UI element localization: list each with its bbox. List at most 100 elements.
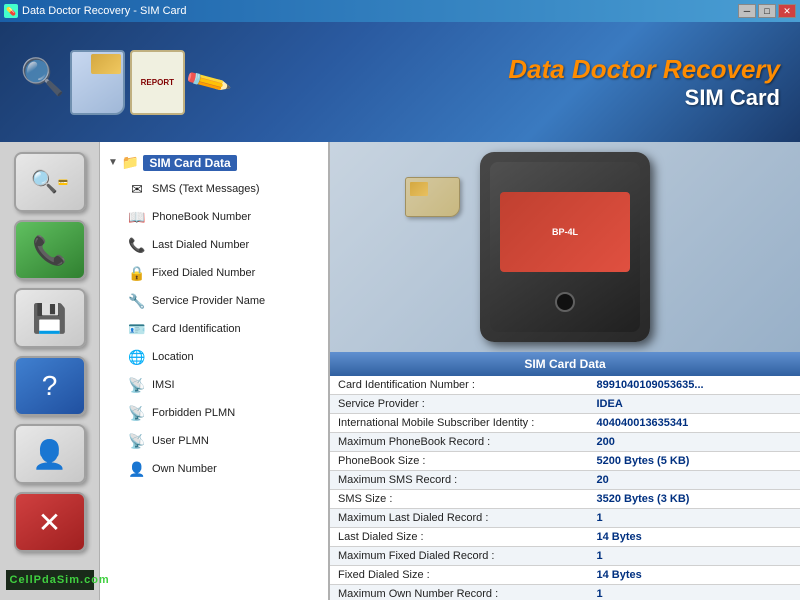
sms-icon: ✉ <box>128 180 146 198</box>
service-provider-icon: 🔧 <box>128 292 146 310</box>
report-icon: REPORT <box>130 50 185 115</box>
table-row: PhoneBook Size :5200 Bytes (5 KB) <box>330 452 800 471</box>
sim-card-display <box>405 177 460 217</box>
close-button[interactable]: ✕ <box>778 4 796 18</box>
tree-root: ▼ 📁 SIM Card Data <box>100 150 328 175</box>
table-cell-value: 5200 Bytes (5 KB) <box>589 452 800 471</box>
header-subtitle: SIM Card <box>508 85 780 111</box>
right-panel: NOKIA BP-4L SIM Card Data Card Identific… <box>330 142 800 600</box>
tree-item-fixed-dialed[interactable]: 🔒 Fixed Dialed Number <box>100 259 328 287</box>
table-cell-label: SMS Size : <box>330 490 589 509</box>
titlebar: 💊 Data Doctor Recovery - SIM Card ─ □ ✕ <box>0 0 800 22</box>
tree-item-service-provider[interactable]: 🔧 Service Provider Name <box>100 287 328 315</box>
camera-lens <box>555 292 575 312</box>
table-row: Card Identification Number :899104010905… <box>330 376 800 395</box>
forbidden-plmn-icon: 📡 <box>128 404 146 422</box>
table-row: Maximum Own Number Record :1 <box>330 585 800 600</box>
maximize-button[interactable]: □ <box>758 4 776 18</box>
nokia-phone: NOKIA BP-4L <box>480 152 650 342</box>
titlebar-title: Data Doctor Recovery - SIM Card <box>22 5 186 17</box>
own-number-icon: 👤 <box>128 460 146 478</box>
app-icon: 💊 <box>4 4 18 18</box>
sidebar-btn-close[interactable]: ✕ <box>14 492 86 552</box>
tree-folder-icon: 📁 <box>122 154 139 171</box>
footer-brand: CellPdaSim.com <box>6 570 94 590</box>
table-cell-label: Card Identification Number : <box>330 376 589 395</box>
tree-item-location-label: Location <box>152 351 194 363</box>
table-cell-label: Maximum PhoneBook Record : <box>330 433 589 452</box>
table-row: Maximum PhoneBook Record :200 <box>330 433 800 452</box>
tree-item-phonebook[interactable]: 📖 PhoneBook Number <box>100 203 328 231</box>
table-row: Fixed Dialed Size :14 Bytes <box>330 566 800 585</box>
tree-item-user-plmn-label: User PLMN <box>152 435 209 447</box>
battery-label: BP-4L <box>500 192 630 272</box>
table-cell-value: 14 Bytes <box>589 528 800 547</box>
table-cell-label: Maximum Last Dialed Record : <box>330 509 589 528</box>
data-table-area: SIM Card Data Card Identification Number… <box>330 352 800 600</box>
table-cell-label: Service Provider : <box>330 395 589 414</box>
phone-image-area: NOKIA BP-4L <box>330 142 800 352</box>
tree-item-forbidden-plmn-label: Forbidden PLMN <box>152 407 235 419</box>
table-header: SIM Card Data <box>330 352 800 376</box>
titlebar-buttons: ─ □ ✕ <box>738 4 796 18</box>
table-cell-label: Maximum Own Number Record : <box>330 585 589 600</box>
tree-item-last-dialed-label: Last Dialed Number <box>152 239 249 251</box>
sim-data-table: SIM Card Data Card Identification Number… <box>330 352 800 600</box>
imsi-icon: 📡 <box>128 376 146 394</box>
tree-item-imsi[interactable]: 📡 IMSI <box>100 371 328 399</box>
table-cell-value: 404040013635341 <box>589 414 800 433</box>
sidebar-btn-save[interactable]: 💾 <box>14 288 86 348</box>
sidebar-btn-call[interactable]: 📞 <box>14 220 86 280</box>
tree-item-own-number[interactable]: 👤 Own Number <box>100 455 328 483</box>
tree-item-service-provider-label: Service Provider Name <box>152 295 265 307</box>
titlebar-left: 💊 Data Doctor Recovery - SIM Card <box>4 4 186 18</box>
table-row: Maximum Last Dialed Record :1 <box>330 509 800 528</box>
table-cell-label: Last Dialed Size : <box>330 528 589 547</box>
table-cell-label: Maximum Fixed Dialed Record : <box>330 547 589 566</box>
tree-item-forbidden-plmn[interactable]: 📡 Forbidden PLMN <box>100 399 328 427</box>
header: 🔍 REPORT ✏️ Data Doctor Recovery SIM Car… <box>0 22 800 142</box>
tree-item-sms[interactable]: ✉ SMS (Text Messages) <box>100 175 328 203</box>
tree-item-fixed-dialed-label: Fixed Dialed Number <box>152 267 255 279</box>
table-row: SMS Size :3520 Bytes (3 KB) <box>330 490 800 509</box>
table-cell-label: Maximum SMS Record : <box>330 471 589 490</box>
tree-item-sms-label: SMS (Text Messages) <box>152 183 260 195</box>
table-cell-value: 1 <box>589 585 800 600</box>
user-plmn-icon: 📡 <box>128 432 146 450</box>
tree-root-label[interactable]: SIM Card Data <box>143 155 236 171</box>
tree-item-last-dialed[interactable]: 📞 Last Dialed Number <box>100 231 328 259</box>
header-title: Data Doctor Recovery <box>508 54 780 85</box>
table-cell-value: 1 <box>589 509 800 528</box>
header-logo: 🔍 REPORT ✏️ <box>20 50 227 115</box>
header-title-area: Data Doctor Recovery SIM Card <box>508 54 780 111</box>
tree-expand-icon[interactable]: ▼ <box>108 157 118 168</box>
sim-card-icon <box>70 50 125 115</box>
tree-item-imsi-label: IMSI <box>152 379 175 391</box>
table-cell-label: Fixed Dialed Size : <box>330 566 589 585</box>
minimize-button[interactable]: ─ <box>738 4 756 18</box>
tree-item-own-number-label: Own Number <box>152 463 217 475</box>
table-row: Service Provider :IDEA <box>330 395 800 414</box>
report-label: REPORT <box>141 78 174 87</box>
table-cell-value: 14 Bytes <box>589 566 800 585</box>
table-cell-value: 3520 Bytes (3 KB) <box>589 490 800 509</box>
table-cell-value: IDEA <box>589 395 800 414</box>
table-cell-value: 200 <box>589 433 800 452</box>
table-row: International Mobile Subscriber Identity… <box>330 414 800 433</box>
tree-item-phonebook-label: PhoneBook Number <box>152 211 251 223</box>
tree-item-card-id-label: Card Identification <box>152 323 241 335</box>
table-cell-value: 1 <box>589 547 800 566</box>
logo-icons: 🔍 REPORT ✏️ <box>20 50 227 115</box>
sidebar-btn-help[interactable]: ? <box>14 356 86 416</box>
phone-display: NOKIA BP-4L <box>345 147 785 347</box>
sidebar-btn-sim[interactable]: 🔍💳 <box>14 152 86 212</box>
table-cell-value: 8991040109053635... <box>589 376 800 395</box>
tree-item-user-plmn[interactable]: 📡 User PLMN <box>100 427 328 455</box>
sidebar-btn-user[interactable]: 👤 <box>14 424 86 484</box>
pencil-icon: ✏️ <box>184 58 234 107</box>
table-row: Maximum SMS Record :20 <box>330 471 800 490</box>
tree-item-card-id[interactable]: 🪪 Card Identification <box>100 315 328 343</box>
tree-item-location[interactable]: 🌐 Location <box>100 343 328 371</box>
fixed-dialed-icon: 🔒 <box>128 264 146 282</box>
last-dialed-icon: 📞 <box>128 236 146 254</box>
